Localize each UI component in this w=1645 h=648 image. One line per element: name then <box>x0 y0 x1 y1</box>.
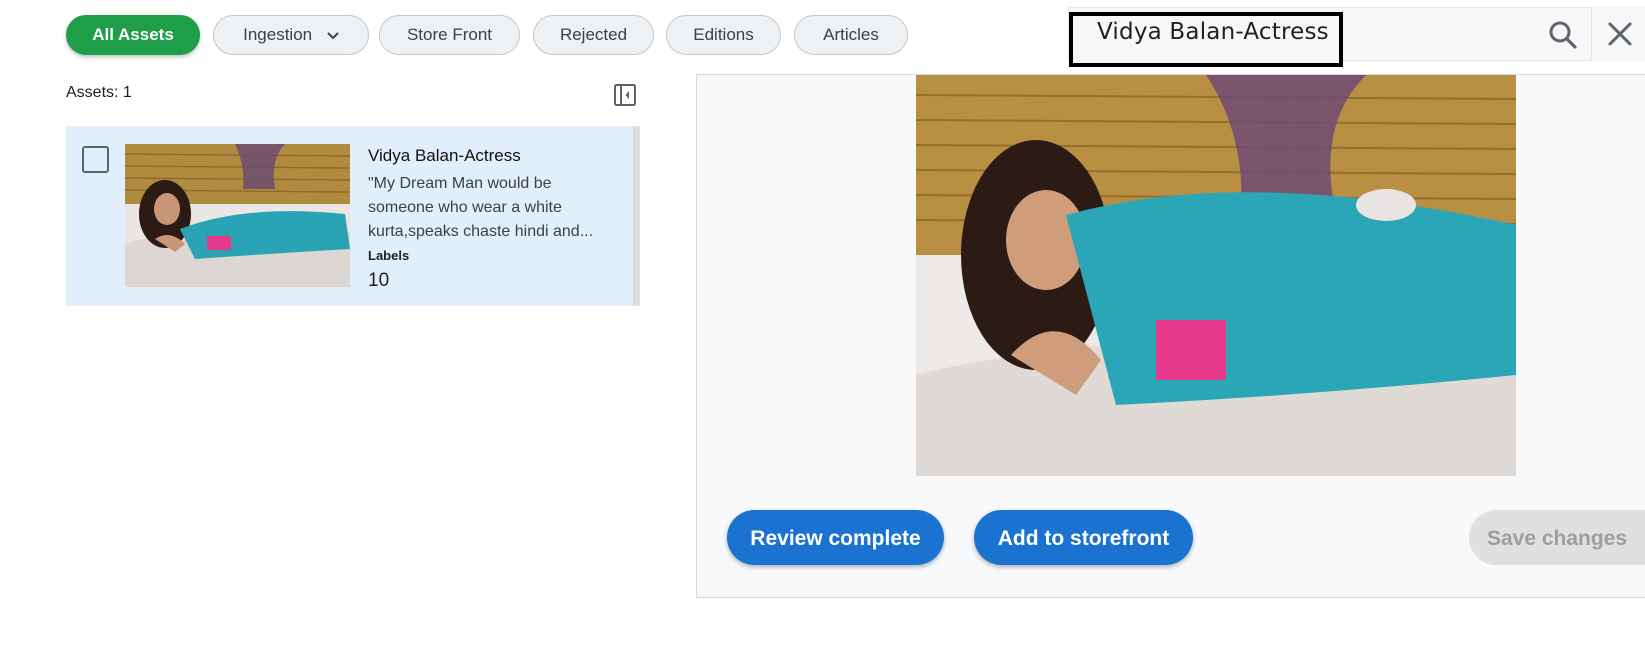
asset-preview-image <box>916 75 1516 476</box>
filter-chip-articles[interactable]: Articles <box>794 15 908 55</box>
search-icon[interactable] <box>1548 20 1578 50</box>
chevron-down-icon <box>327 31 339 39</box>
close-icon[interactable] <box>1607 21 1633 47</box>
filter-chip-all-assets[interactable]: All Assets <box>66 15 200 55</box>
select-checkbox[interactable] <box>82 146 109 173</box>
asset-description: "My Dream Man would be someone who wear … <box>368 175 594 240</box>
asset-title: Vidya Balan-Actress <box>368 146 521 165</box>
filter-chip-editions[interactable]: Editions <box>666 15 781 55</box>
assets-count: Assets: 1 <box>66 84 132 101</box>
list-item[interactable]: Vidya Balan-Actress "My Dream Man would … <box>66 126 640 306</box>
collapse-panel-icon[interactable] <box>613 83 637 107</box>
labels-heading: Labels <box>368 248 410 263</box>
save-changes-button[interactable]: Save changes <box>1469 510 1645 565</box>
filter-chip-ingestion[interactable]: Ingestion <box>213 15 369 55</box>
review-complete-button[interactable]: Review complete <box>727 510 944 565</box>
search-input-value: Vidya Balan-Actress <box>1097 19 1329 45</box>
add-to-storefront-button[interactable]: Add to storefront <box>974 510 1193 565</box>
filter-chip-rejected[interactable]: Rejected <box>533 15 654 55</box>
filter-chip-label: Ingestion <box>243 25 313 44</box>
asset-thumbnail <box>125 144 350 287</box>
filter-chip-store-front[interactable]: Store Front <box>379 15 520 55</box>
labels-count: 10 <box>368 270 390 291</box>
